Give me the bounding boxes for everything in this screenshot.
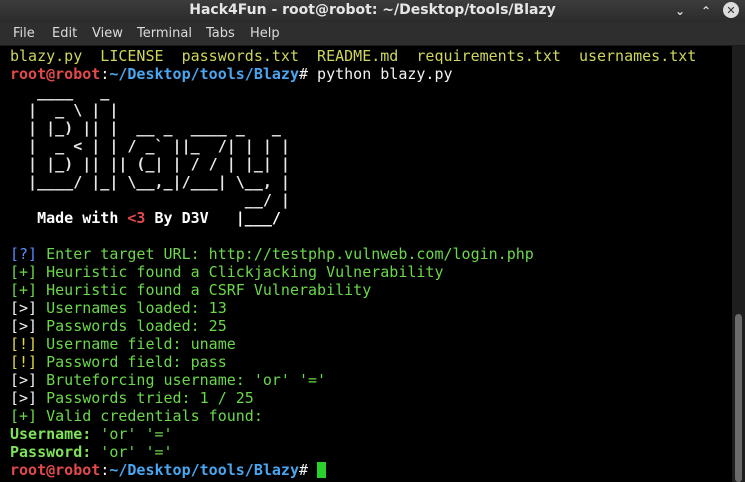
banner-line: | _ \ | | <box>10 101 119 119</box>
output-text: Bruteforcing username: 'or' '=' <box>37 371 327 389</box>
menu-bar: File Edit View Terminal Tabs Help <box>0 22 745 46</box>
menu-help[interactable]: Help <box>250 26 280 41</box>
prompt-user-host: root@robot <box>10 65 101 83</box>
username-label: Username: <box>10 425 92 443</box>
output-line: [>] Usernames loaded: 13 <box>10 299 227 317</box>
prompt-separator: : <box>100 461 110 479</box>
prompt-command: python blazy.py <box>308 65 453 83</box>
menu-terminal[interactable]: Terminal <box>137 26 192 41</box>
prompt-symbol: # <box>299 65 309 83</box>
menu-edit[interactable]: Edit <box>52 26 77 41</box>
output-tag: [+] <box>10 263 38 281</box>
banner-line: | _ < | | / _` ||_ /| | | | <box>10 137 290 155</box>
terminal-area[interactable]: blazy.py LICENSE passwords.txt README.md… <box>0 46 732 482</box>
output-line: [>] Bruteforcing username: 'or' '=' <box>10 371 326 389</box>
password-label: Password: <box>10 443 92 461</box>
output-text: Heuristic found a Clickjacking Vulnerabi… <box>37 263 444 281</box>
output-text: Enter target URL: http://testphp.vulnweb… <box>37 245 534 263</box>
output-text: Passwords loaded: 25 <box>37 317 227 335</box>
menu-view[interactable]: View <box>92 26 123 41</box>
banner-line: ____ _ <box>10 83 110 101</box>
username-value: 'or' '=' <box>91 425 173 443</box>
banner-heart: <3 <box>127 209 146 227</box>
output-tag: [?] <box>10 245 38 263</box>
output-tag: [!] <box>10 335 38 353</box>
banner-line: | |_) || | __ _ ____ _ _ <box>10 119 281 137</box>
minimize-icon[interactable]: ⌄ <box>671 2 689 20</box>
banner-line: __/ | <box>10 191 290 209</box>
output-tag: [!] <box>10 353 38 371</box>
menu-tabs[interactable]: Tabs <box>206 26 235 41</box>
prompt-path: ~/Desktop/tools/Blazy <box>109 461 299 479</box>
scrollbar-thumb[interactable] <box>735 314 742 482</box>
prompt-command <box>308 461 317 479</box>
window-title: Hack4Fun - root@robot: ~/Desktop/tools/B… <box>189 2 556 18</box>
output-line: [>] Passwords tried: 1 / 25 <box>10 389 254 407</box>
ls-output: blazy.py LICENSE passwords.txt README.md… <box>10 47 697 65</box>
text-cursor <box>317 462 327 478</box>
output-tag: [+] <box>10 281 38 299</box>
output-tag: [>] <box>10 389 38 407</box>
banner-line: | |_) || || (_| | / / | |_| | <box>10 155 290 173</box>
output-line: [?] Enter target URL: http://testphp.vul… <box>10 245 534 263</box>
output-tag: [>] <box>10 317 38 335</box>
close-icon[interactable]: ✕ <box>723 2 739 18</box>
output-tag: [+] <box>10 407 38 425</box>
banner-made-with: Made with <box>10 209 128 227</box>
output-line: [>] Passwords loaded: 25 <box>10 317 227 335</box>
password-value: 'or' '=' <box>91 443 173 461</box>
vertical-scrollbar[interactable] <box>732 46 745 482</box>
output-line: [!] Password field: pass <box>10 353 227 371</box>
output-tag: [>] <box>10 299 38 317</box>
password-result: Password: 'or' '=' <box>10 443 173 461</box>
output-line: [+] Heuristic found a CSRF Vulnerability <box>10 281 371 299</box>
output-line: [+] Heuristic found a Clickjacking Vulne… <box>10 263 443 281</box>
output-text: Username field: uname <box>37 335 236 353</box>
output-text: Usernames loaded: 13 <box>37 299 227 317</box>
prompt-user-host: root@robot <box>10 461 101 479</box>
output-tag: [>] <box>10 371 38 389</box>
output-text: Passwords tried: 1 / 25 <box>37 389 254 407</box>
title-bar: Hack4Fun - root@robot: ~/Desktop/tools/B… <box>0 0 745 22</box>
maximize-icon[interactable]: ⌃ <box>697 2 715 20</box>
prompt-symbol: # <box>299 461 309 479</box>
prompt-separator: : <box>100 65 110 83</box>
prompt-path: ~/Desktop/tools/Blazy <box>109 65 299 83</box>
output-text: Valid credentials found: <box>37 407 263 425</box>
banner-author: By D3V |___/ <box>145 209 281 227</box>
output-text: Password field: pass <box>37 353 227 371</box>
output-line: [+] Valid credentials found: <box>10 407 263 425</box>
output-line: [!] Username field: uname <box>10 335 236 353</box>
prompt-line-2: root@robot:~/Desktop/tools/Blazy# <box>10 461 327 479</box>
prompt-line-1: root@robot:~/Desktop/tools/Blazy# python… <box>10 65 453 83</box>
banner-line: |____/ |_| \__,_|/___| \__, | <box>10 173 290 191</box>
banner-credit-line: Made with <3 By D3V |___/ <box>10 209 281 227</box>
username-result: Username: 'or' '=' <box>10 425 173 443</box>
window-controls: ⌄ ⌃ ✕ <box>671 2 739 20</box>
menu-file[interactable]: File <box>13 26 35 41</box>
output-text: Heuristic found a CSRF Vulnerability <box>37 281 372 299</box>
